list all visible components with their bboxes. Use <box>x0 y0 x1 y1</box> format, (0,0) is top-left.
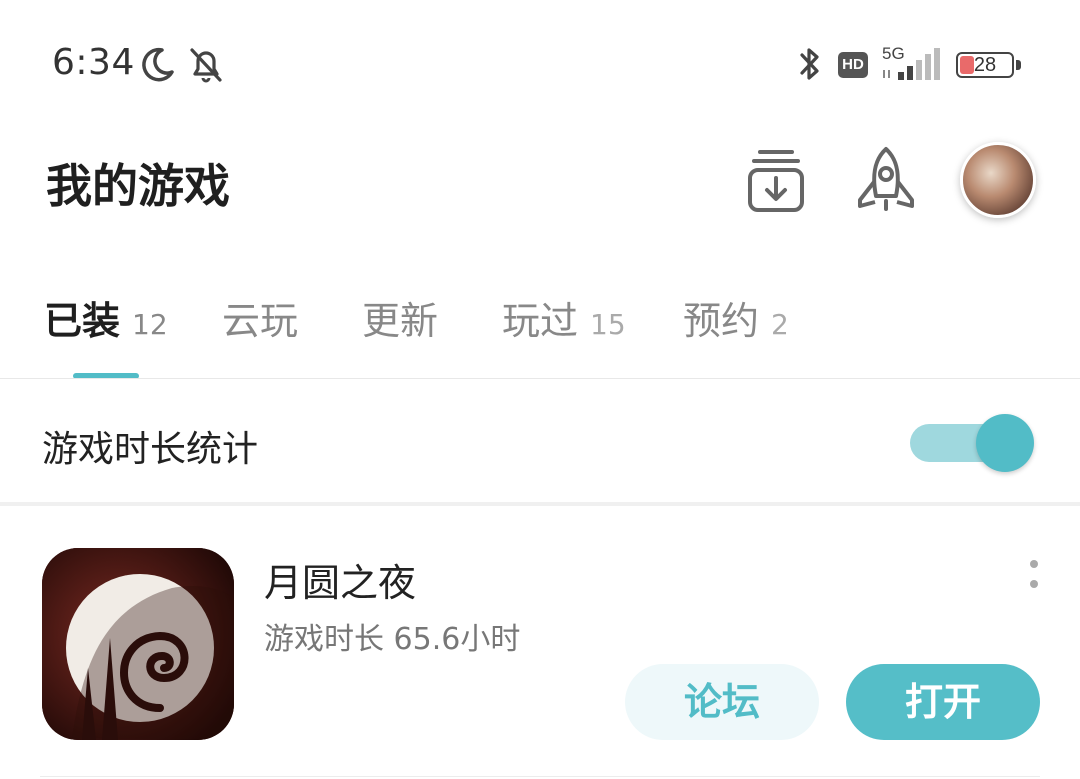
more-options-button[interactable] <box>1020 556 1048 596</box>
forum-button[interactable]: 论坛 <box>625 664 819 740</box>
moon-icon <box>138 46 176 88</box>
tab-count: 15 <box>590 308 626 341</box>
playtime-stats-toggle[interactable] <box>910 414 1036 472</box>
hd-badge: HD <box>838 52 868 78</box>
divider <box>0 378 1080 379</box>
bell-off-icon <box>186 44 226 88</box>
tab-installed[interactable]: 已装 12 <box>44 290 168 345</box>
tab-label: 玩过 <box>502 299 579 343</box>
list-divider <box>40 776 1040 777</box>
game-accelerator-button[interactable] <box>854 146 918 214</box>
game-icon[interactable] <box>42 548 234 740</box>
battery-tip <box>1016 60 1021 70</box>
more-dot-icon <box>1030 560 1038 568</box>
toggle-knob <box>976 414 1034 472</box>
playtime-stats-label: 游戏时长统计 <box>42 429 259 470</box>
avatar[interactable] <box>960 142 1036 218</box>
tab-played[interactable]: 玩过 15 <box>502 290 626 345</box>
bluetooth-icon <box>796 44 824 88</box>
game-title: 月圆之夜 <box>264 561 417 605</box>
download-manager-button[interactable] <box>746 148 806 214</box>
download-manager-icon <box>748 150 804 212</box>
battery-percent: 28 <box>973 54 997 76</box>
status-bar: 6:34 HD 5G 28 <box>0 0 1080 130</box>
open-game-button[interactable]: 打开 <box>846 664 1040 740</box>
game-playtime: 游戏时长 65.6小时 <box>264 622 521 657</box>
tab-count: 2 <box>771 308 789 341</box>
rocket-icon <box>858 147 914 211</box>
tab-label: 云玩 <box>222 299 299 343</box>
tab-reserved[interactable]: 预约 2 <box>683 290 789 345</box>
tab-label: 预约 <box>683 299 760 343</box>
status-time: 6:34 <box>52 42 135 83</box>
tab-cloud-play[interactable]: 云玩 <box>222 290 298 345</box>
battery-icon: 28 <box>956 52 1014 78</box>
signal-icon <box>880 48 946 86</box>
page-title: 我的游戏 <box>46 159 230 213</box>
tab-bar: 已装 12 云玩 更新 玩过 15 预约 2 <box>0 290 1080 380</box>
tab-label: 更新 <box>362 299 439 343</box>
tab-updates[interactable]: 更新 <box>362 290 438 345</box>
tab-label: 已装 <box>44 299 121 343</box>
tab-count: 12 <box>132 308 168 341</box>
more-dot-icon <box>1030 580 1038 588</box>
section-divider <box>0 502 1080 506</box>
